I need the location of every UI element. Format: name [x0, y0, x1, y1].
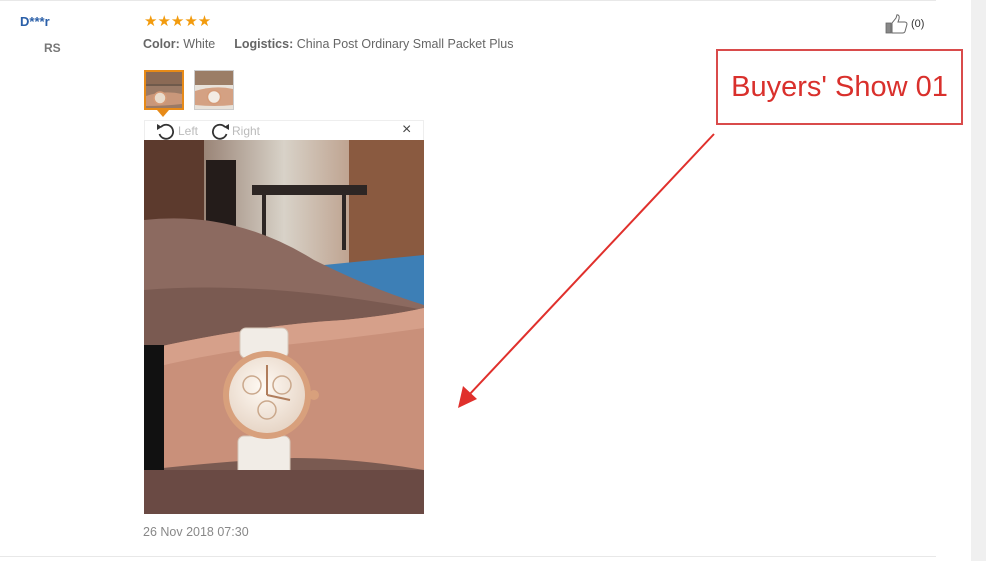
star-rating: ★★★★★ — [144, 13, 211, 31]
active-thumbnail-caret — [157, 110, 169, 117]
page-scrollbar[interactable] — [971, 0, 986, 561]
review-date: 26 Nov 2018 07:30 — [143, 525, 249, 539]
rotate-left-icon — [157, 123, 175, 140]
helpful-count: (0) — [911, 18, 925, 30]
rotate-right-button[interactable]: Right — [209, 122, 260, 140]
helpful-button[interactable]: (0) — [885, 14, 924, 34]
color-value: White — [183, 37, 216, 51]
close-viewer-button[interactable]: × — [402, 122, 411, 138]
top-divider — [0, 0, 936, 1]
color-key: Color: — [143, 37, 180, 51]
wrist-watch-thumbnail-image — [146, 72, 182, 108]
review-meta: Color: White Logistics: China Post Ordin… — [143, 37, 514, 51]
reviewer-country: RS — [44, 41, 61, 55]
thumbs-up-icon — [885, 14, 908, 34]
review-photo-thumbnail-2[interactable] — [194, 70, 234, 110]
bottom-divider — [0, 556, 936, 557]
logistics-value: China Post Ordinary Small Packet Plus — [296, 37, 514, 51]
annotation-callout-label: Buyers' Show 01 — [731, 70, 948, 103]
review-photo-large — [144, 140, 424, 514]
rotate-left-button[interactable]: Left — [155, 122, 198, 140]
wrist-watch-photo-image — [144, 140, 424, 514]
photo-viewer-toolbar: Left Right × — [144, 120, 424, 140]
annotation-callout-box: Buyers' Show 01 — [716, 49, 963, 125]
rotate-left-label: Left — [178, 124, 199, 138]
logistics-key: Logistics: — [234, 37, 294, 51]
star-icons: ★★★★★ — [144, 13, 212, 30]
rotate-right-label: Right — [232, 124, 261, 138]
rotate-right-icon — [211, 123, 229, 140]
reviewer-name[interactable]: D***r — [20, 14, 50, 29]
review-photo-thumbnail-1[interactable] — [144, 70, 184, 110]
wrist-watch-thumbnail-image — [195, 71, 233, 109]
